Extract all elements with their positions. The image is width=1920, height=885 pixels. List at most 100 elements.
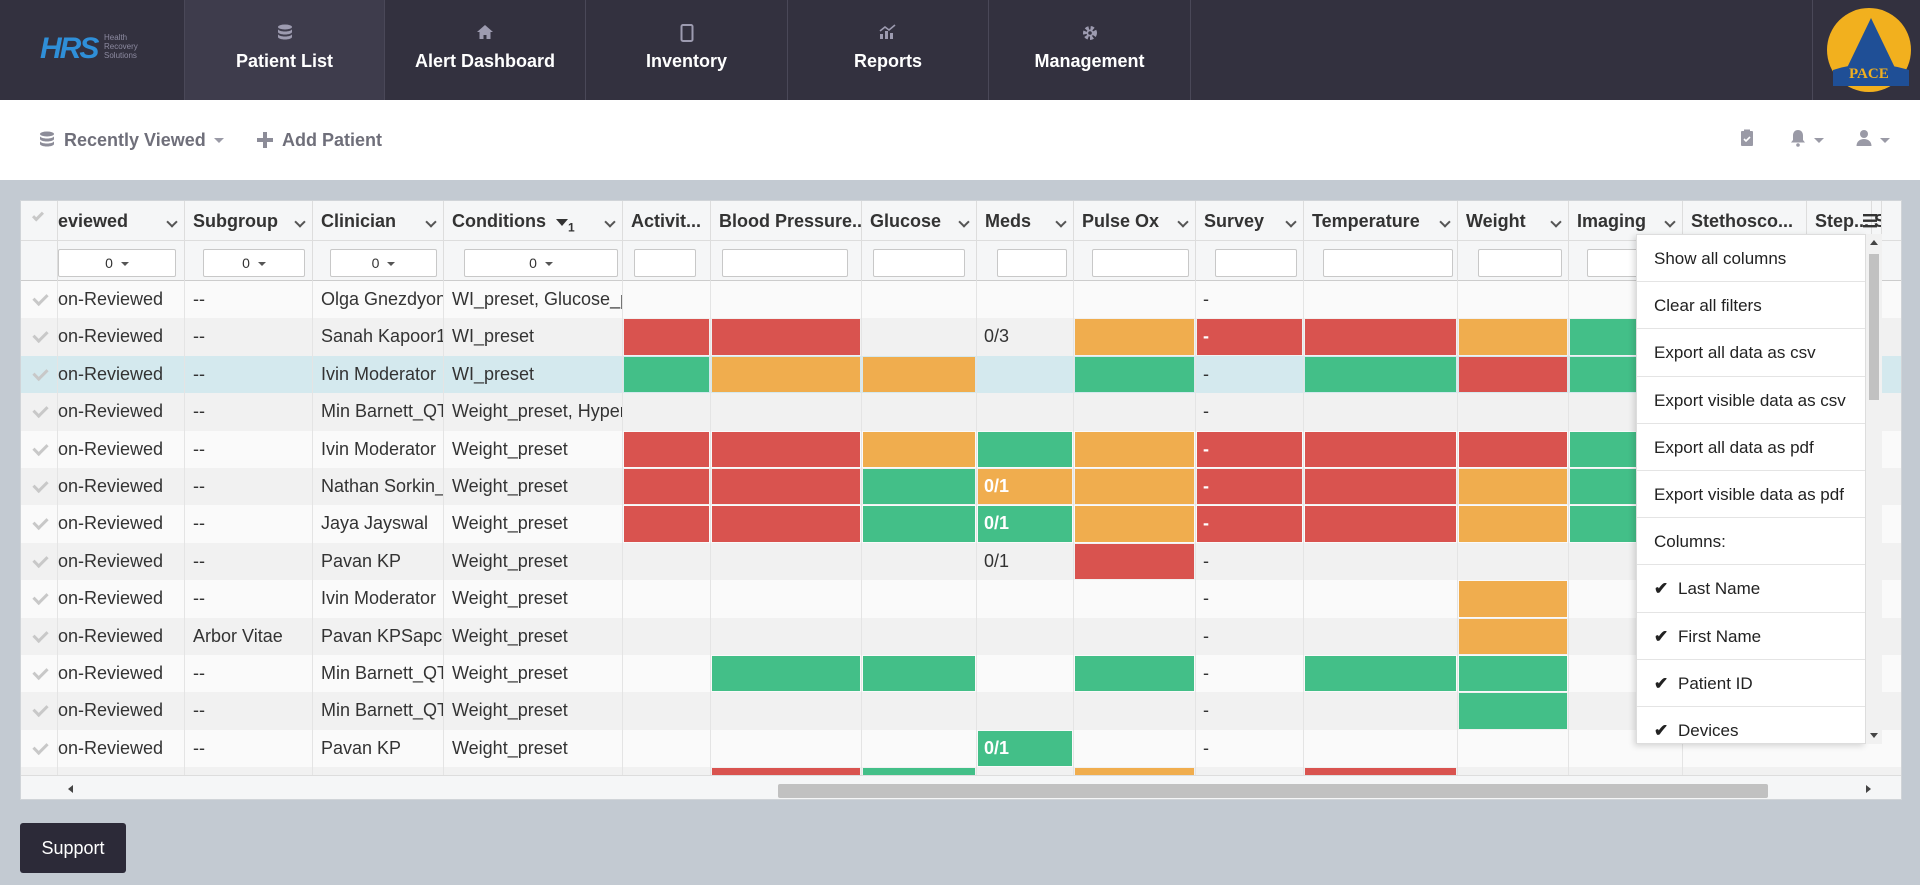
- temperature-cell[interactable]: [1304, 393, 1458, 431]
- conditions-cell[interactable]: Weight_preset: [444, 729, 623, 768]
- filter-weight-input[interactable]: [1478, 249, 1562, 277]
- subgroup-cell[interactable]: --: [185, 655, 313, 693]
- conditions-cell[interactable]: Weight_preset: [444, 692, 623, 730]
- add-patient-button[interactable]: Add Patient: [254, 100, 382, 180]
- blood-pressure-cell[interactable]: [711, 318, 862, 356]
- meds-cell[interactable]: [977, 692, 1074, 730]
- meds-cell[interactable]: [977, 767, 1074, 775]
- pulse-ox-cell[interactable]: [1074, 393, 1196, 431]
- column-header-meds[interactable]: Meds: [977, 201, 1074, 241]
- glucose-cell[interactable]: [862, 393, 977, 431]
- blood-pressure-cell[interactable]: [711, 281, 862, 319]
- column-toggle-devices[interactable]: ✔ Devices: [1637, 707, 1865, 743]
- subgroup-cell[interactable]: --: [185, 580, 313, 618]
- table-row[interactable]: on-Reviewed -- Pavan KP Weight_preset 0/1 -: [21, 542, 1901, 581]
- recently-viewed-dropdown[interactable]: Recently Viewed: [36, 100, 224, 180]
- weight-cell[interactable]: [1458, 580, 1569, 618]
- export-visible-pdf-item[interactable]: Export visible data as pdf: [1637, 471, 1865, 519]
- pulse-ox-cell[interactable]: [1074, 580, 1196, 618]
- activity-cell[interactable]: [623, 580, 711, 618]
- horizontal-scroll-thumb[interactable]: [778, 784, 1768, 798]
- chevron-down-icon[interactable]: [958, 216, 970, 228]
- filter-meds-input[interactable]: [997, 249, 1067, 277]
- survey-cell[interactable]: -: [1196, 281, 1304, 319]
- glucose-cell[interactable]: [862, 729, 977, 768]
- weight-cell[interactable]: [1458, 468, 1569, 506]
- row-checkbox[interactable]: [21, 505, 58, 543]
- weight-cell[interactable]: [1458, 655, 1569, 693]
- reviewed-cell[interactable]: [58, 767, 185, 775]
- meds-cell[interactable]: [977, 430, 1074, 468]
- subgroup-cell[interactable]: --: [185, 505, 313, 543]
- chevron-down-icon[interactable]: [604, 216, 616, 228]
- survey-cell[interactable]: -: [1196, 692, 1304, 730]
- row-checkbox[interactable]: [21, 692, 58, 730]
- filter-pulse-ox-input[interactable]: [1092, 249, 1189, 277]
- glucose-cell[interactable]: [862, 355, 977, 394]
- conditions-cell[interactable]: Weight_preset: [444, 655, 623, 693]
- reviewed-cell[interactable]: on-Reviewed: [58, 505, 185, 543]
- blood-pressure-cell[interactable]: [711, 767, 862, 775]
- filter-activity-input[interactable]: [634, 249, 696, 277]
- pulse-ox-cell[interactable]: [1074, 355, 1196, 394]
- pulse-ox-cell[interactable]: [1074, 430, 1196, 468]
- conditions-cell[interactable]: Weight_preset: [444, 505, 623, 543]
- weight-cell[interactable]: [1458, 692, 1569, 730]
- temperature-cell[interactable]: [1304, 430, 1458, 468]
- activity-cell[interactable]: [623, 617, 711, 655]
- scroll-down-icon[interactable]: [1870, 733, 1878, 738]
- subgroup-cell[interactable]: --: [185, 542, 313, 581]
- column-header-temperature[interactable]: Temperature: [1304, 201, 1458, 241]
- activity-cell[interactable]: [623, 505, 711, 543]
- survey-cell[interactable]: -: [1196, 355, 1304, 394]
- table-row[interactable]: on-Reviewed -- Min Barnett_QT Weight_preset…: [21, 655, 1901, 693]
- clear-all-filters-item[interactable]: Clear all filters: [1637, 282, 1865, 330]
- survey-cell[interactable]: -: [1196, 505, 1304, 543]
- temperature-cell[interactable]: [1304, 617, 1458, 655]
- glucose-cell[interactable]: [862, 318, 977, 356]
- column-header-weight[interactable]: Weight: [1458, 201, 1569, 241]
- select-all-checkbox[interactable]: [21, 201, 58, 241]
- temperature-cell[interactable]: [1304, 468, 1458, 506]
- clinician-cell[interactable]: Min Barnett_QT: [313, 393, 444, 431]
- conditions-cell[interactable]: Weight_preset, Hyper: [444, 393, 623, 431]
- clinician-cell[interactable]: Ivin Moderator: [313, 580, 444, 618]
- blood-pressure-cell[interactable]: [711, 580, 862, 618]
- temperature-cell[interactable]: [1304, 281, 1458, 319]
- pulse-ox-cell[interactable]: [1074, 505, 1196, 543]
- clipboard-button[interactable]: [1740, 100, 1754, 180]
- activity-cell[interactable]: [623, 468, 711, 506]
- table-row[interactable]: [21, 767, 1901, 775]
- blood-pressure-cell[interactable]: [711, 430, 862, 468]
- column-header-reviewed[interactable]: eviewed: [58, 201, 185, 241]
- meds-cell[interactable]: 0/1: [977, 729, 1074, 768]
- temperature-cell[interactable]: [1304, 767, 1458, 775]
- table-row[interactable]: on-Reviewed -- Min Barnett_QT Weight_preset…: [21, 393, 1901, 431]
- column-header-activity[interactable]: Activit...: [623, 201, 711, 241]
- row-checkbox[interactable]: [21, 281, 58, 319]
- conditions-cell[interactable]: [444, 767, 623, 775]
- table-row[interactable]: on-Reviewed -- Min Barnett_QT Weight_preset…: [21, 692, 1901, 730]
- reviewed-cell[interactable]: on-Reviewed: [58, 580, 185, 618]
- subgroup-cell[interactable]: --: [185, 468, 313, 506]
- reviewed-cell[interactable]: on-Reviewed: [58, 318, 185, 356]
- imaging-cell[interactable]: [1569, 767, 1683, 775]
- table-row[interactable]: on-Reviewed -- Jaya Jayswal Weight_preset 0/…: [21, 505, 1901, 543]
- vertical-scroll-thumb[interactable]: [1869, 254, 1879, 400]
- subgroup-cell[interactable]: --: [185, 430, 313, 468]
- reviewed-cell[interactable]: on-Reviewed: [58, 281, 185, 319]
- show-all-columns-item[interactable]: Show all columns: [1637, 235, 1865, 283]
- subgroup-cell[interactable]: --: [185, 692, 313, 730]
- conditions-cell[interactable]: Weight_preset: [444, 468, 623, 506]
- tab-management[interactable]: Management: [989, 0, 1191, 100]
- pulse-ox-cell[interactable]: [1074, 281, 1196, 319]
- activity-cell[interactable]: [623, 729, 711, 768]
- meds-cell[interactable]: 0/1: [977, 468, 1074, 506]
- reviewed-cell[interactable]: on-Reviewed: [58, 355, 185, 394]
- clinician-cell[interactable]: [313, 767, 444, 775]
- survey-cell[interactable]: -: [1196, 729, 1304, 768]
- tab-inventory[interactable]: Inventory: [586, 0, 788, 100]
- subgroup-cell[interactable]: --: [185, 355, 313, 394]
- clinician-cell[interactable]: Olga Gnezdyonc: [313, 281, 444, 319]
- weight-cell[interactable]: [1458, 393, 1569, 431]
